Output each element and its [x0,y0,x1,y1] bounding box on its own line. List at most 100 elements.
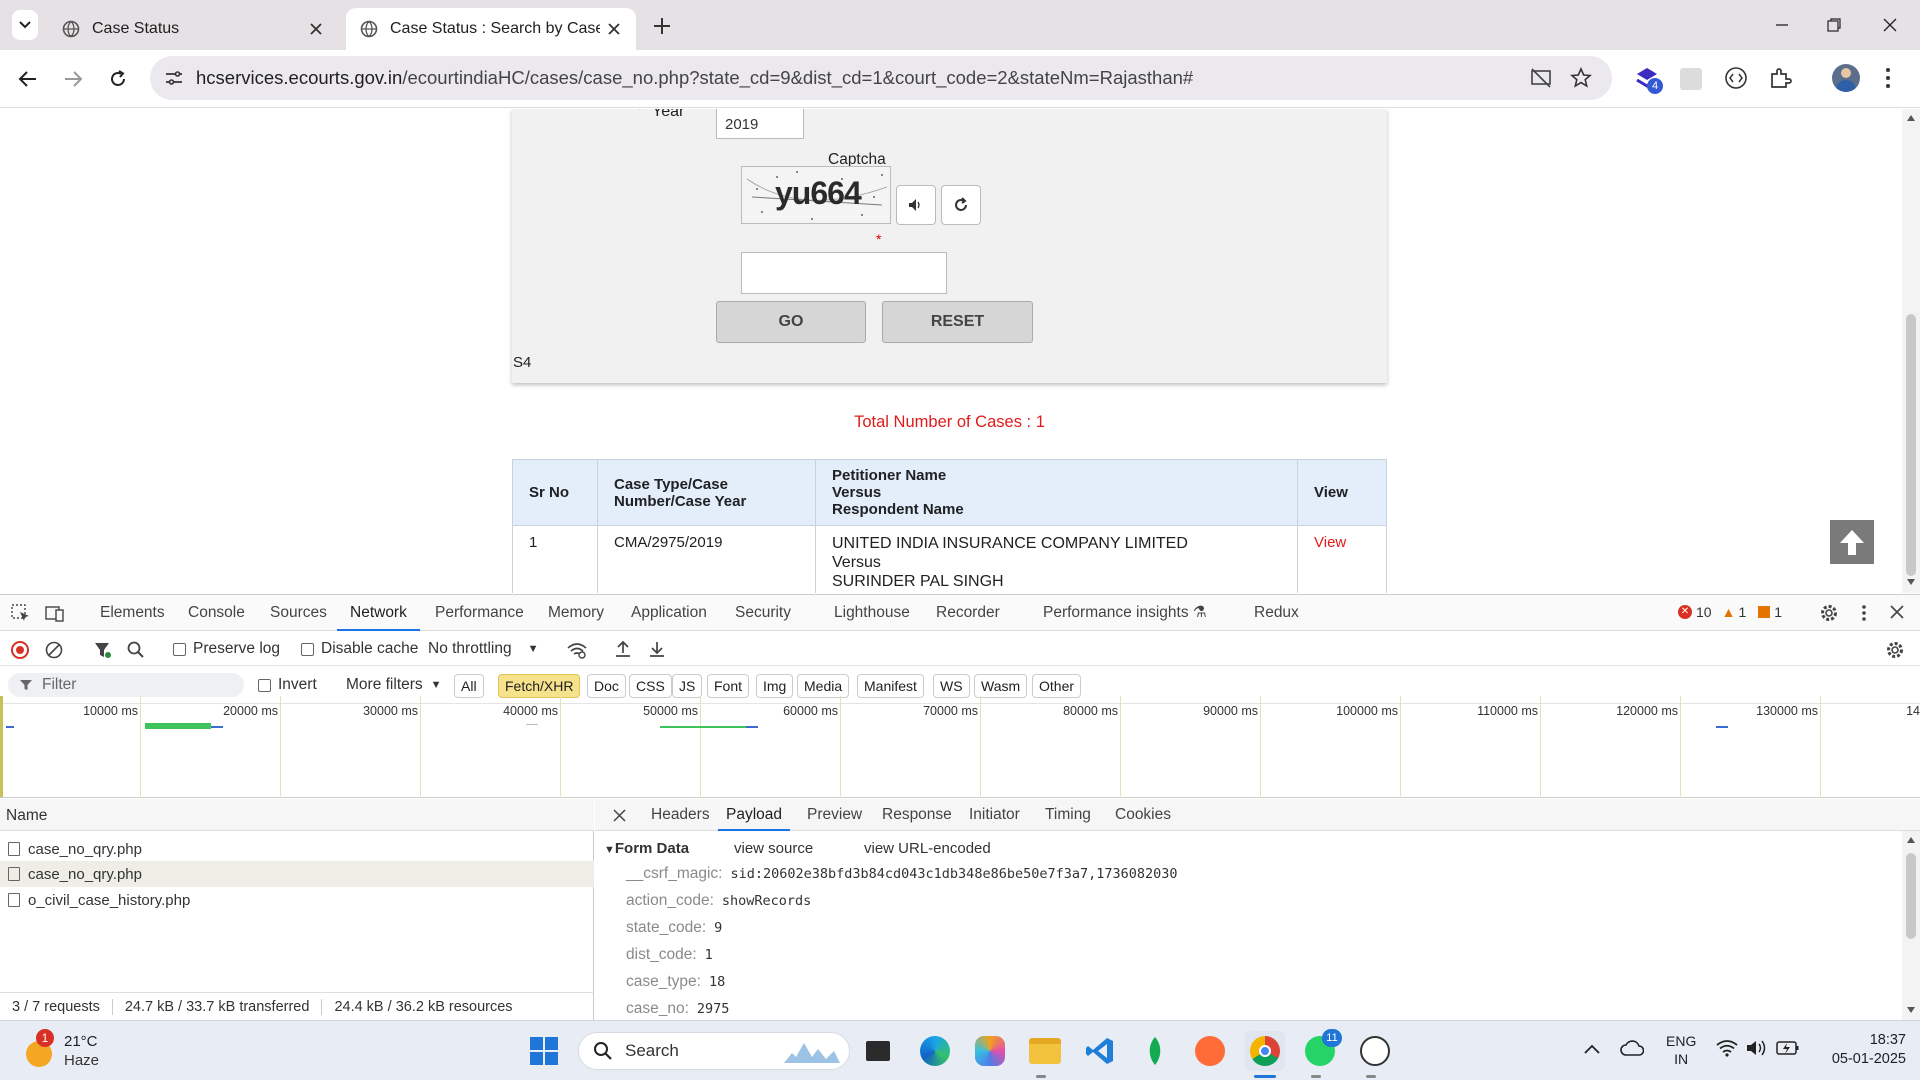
devtools-tab-elements[interactable]: Elements [100,595,165,631]
task-view-button[interactable] [858,1031,898,1071]
whatsapp-app[interactable]: 11 [1300,1029,1342,1071]
tab-case-status[interactable]: Case Status [48,8,338,50]
detail-tab-initiator[interactable]: Initiator [969,799,1020,831]
captcha-audio-button[interactable] [896,185,936,225]
vscode-app[interactable] [1080,1031,1120,1071]
scroll-to-top-button[interactable] [1830,520,1874,564]
language-indicator[interactable]: ENG IN [1666,1032,1696,1068]
view-link[interactable]: View [1314,534,1346,551]
network-conditions-icon[interactable] [566,641,588,659]
captcha-refresh-button[interactable] [941,185,981,225]
file-explorer-app[interactable] [1025,1031,1065,1071]
detail-tab-response[interactable]: Response [882,799,952,831]
devtools-tab-network[interactable]: Network [337,595,420,631]
import-har-icon[interactable] [614,640,632,658]
filter-chip-wasm[interactable]: Wasm [974,674,1028,698]
star-icon[interactable] [1570,67,1592,89]
preserve-log-checkbox[interactable]: Preserve log [173,640,280,658]
filter-chip-all[interactable]: All [454,674,484,698]
postman-app[interactable] [1190,1031,1230,1071]
filter-chip-css[interactable]: CSS [629,674,672,698]
request-row[interactable]: o_civil_case_history.php [8,887,190,913]
view-url-encoded-link[interactable]: view URL-encoded [864,840,991,857]
detail-tab-headers[interactable]: Headers [651,799,710,831]
extension-button[interactable]: 4 [1633,64,1663,94]
volume-icon[interactable] [1746,1039,1768,1057]
invert-checkbox[interactable]: Invert [258,676,317,694]
export-har-icon[interactable] [648,640,666,658]
device-toolbar-icon[interactable] [45,604,65,622]
site-settings-icon[interactable] [164,69,184,87]
profile-avatar[interactable] [1832,64,1860,92]
devtools-tab-application[interactable]: Application [631,595,707,631]
chrome-app[interactable] [1245,1031,1285,1071]
tab-search-button[interactable] [12,10,38,40]
detail-tab-timing[interactable]: Timing [1045,799,1091,831]
screen-share-off-icon[interactable] [1530,68,1552,88]
name-column-header[interactable]: Name [6,807,47,824]
devtools-tab-redux[interactable]: Redux [1254,595,1299,631]
filter-input[interactable]: Filter [8,673,244,697]
battery-charging-icon[interactable] [1776,1040,1800,1056]
scrollbar-thumb[interactable] [1906,853,1916,939]
close-window-button[interactable] [1862,0,1918,50]
detail-tab-payload[interactable]: Payload [718,799,791,831]
issue-counters[interactable]: ✕ 10 ▲ 1 1 [1678,604,1782,620]
edge-app[interactable] [915,1031,955,1071]
taskbar-search-box[interactable]: Search [578,1032,850,1070]
extension-code-button[interactable] [1724,66,1748,90]
restore-button[interactable] [1806,0,1862,50]
address-bar[interactable]: hcservices.ecourts.gov.in/ecourtindiaHC/… [150,56,1612,100]
disable-cache-checkbox[interactable]: Disable cache [301,640,418,658]
close-icon[interactable] [1890,605,1904,619]
view-source-link[interactable]: view source [734,840,813,857]
record-button[interactable] [11,641,29,659]
mongodb-app[interactable] [1135,1031,1175,1071]
scrollbar-thumb[interactable] [1906,314,1916,576]
start-button[interactable] [524,1031,564,1071]
settings-gear-icon[interactable] [1819,603,1839,623]
browser-menu-button[interactable] [1884,66,1892,90]
filter-chip-font[interactable]: Font [707,674,750,698]
reload-button[interactable] [102,63,134,95]
filter-chip-manifest[interactable]: Manifest [857,674,924,698]
request-row-selected[interactable]: case_no_qry.php [8,861,142,887]
football-app[interactable] [1355,1031,1395,1071]
devtools-tab-sources[interactable]: Sources [270,595,327,631]
devtools-tab-console[interactable]: Console [188,595,245,631]
filter-chip-media[interactable]: Media [797,674,850,698]
year-input[interactable]: 2019 [716,109,804,139]
devtools-tab-performance-insights[interactable]: Performance insights ⚗ [1043,595,1207,631]
network-settings-gear-icon[interactable] [1885,640,1905,660]
devtools-tab-lighthouse[interactable]: Lighthouse [834,595,910,631]
form-data-section-toggle[interactable]: ▼Form Data [604,840,689,857]
filter-chip-doc[interactable]: Doc [587,674,626,698]
filter-icon[interactable] [94,641,112,659]
tab-case-search[interactable]: Case Status : Search by Case Nu [346,8,636,50]
throttling-select[interactable]: No throttling ▼ [428,640,538,658]
detail-tab-cookies[interactable]: Cookies [1115,799,1171,831]
filter-chip-other[interactable]: Other [1032,674,1082,698]
weather-widget[interactable]: 1 21°C Haze [22,1029,152,1073]
devtools-tab-performance[interactable]: Performance [435,595,524,631]
chevron-up-icon[interactable] [1584,1043,1600,1055]
minimize-button[interactable] [1754,0,1810,50]
new-tab-button[interactable] [650,14,674,38]
request-row[interactable]: case_no_qry.php [8,836,142,862]
extensions-menu-button[interactable] [1768,66,1792,90]
filter-chip-js[interactable]: JS [672,674,703,698]
filter-chip-img[interactable]: Img [756,674,794,698]
close-icon[interactable] [308,21,324,37]
back-button[interactable] [12,63,44,95]
more-vert-icon[interactable] [1861,603,1867,623]
page-scrollbar[interactable] [1902,109,1920,593]
timeline-start-handle[interactable] [0,696,3,797]
copilot-app[interactable] [970,1031,1010,1071]
more-filters-dropdown[interactable]: More filters ▼ [346,676,442,694]
network-overview-timeline[interactable]: 10000 ms 20000 ms 30000 ms 40000 ms 5000… [0,696,1920,798]
cloud-icon[interactable] [1620,1039,1644,1057]
close-icon[interactable] [606,21,622,37]
wifi-icon[interactable] [1716,1039,1738,1057]
search-icon[interactable] [127,641,145,659]
inspect-element-icon[interactable] [11,604,31,622]
